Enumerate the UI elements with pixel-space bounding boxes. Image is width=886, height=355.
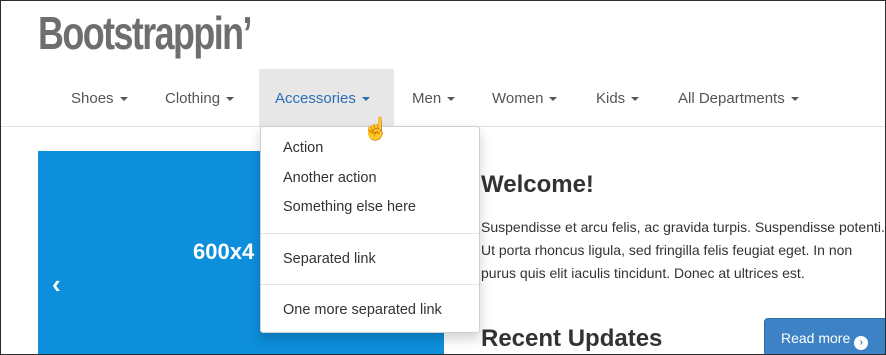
dropdown-item-another-action[interactable]: Another action	[283, 170, 377, 186]
main-navbar: Shoes Clothing Accessories Men Women Kid…	[1, 69, 885, 127]
nav-kids-label: Kids	[596, 90, 626, 107]
nav-women[interactable]: Women	[492, 69, 558, 126]
nav-all-departments-label: All Departments	[678, 90, 785, 107]
nav-men[interactable]: Men	[412, 69, 456, 126]
caret-down-icon	[226, 97, 235, 102]
caret-down-icon	[631, 97, 640, 102]
caret-down-icon	[790, 97, 799, 102]
nav-shoes[interactable]: Shoes	[71, 69, 128, 126]
dropdown-item-separated-link[interactable]: Separated link	[283, 251, 376, 267]
caret-down-icon	[447, 97, 456, 102]
caret-down-icon	[549, 97, 558, 102]
recent-updates-heading: Recent Updates	[481, 325, 663, 352]
nav-accessories-label: Accessories	[275, 90, 356, 107]
dropdown-item-action[interactable]: Action	[283, 140, 323, 156]
nav-all-departments[interactable]: All Departments	[678, 69, 799, 126]
arrow-circle-right-icon: ›	[854, 336, 869, 350]
dropdown-divider	[261, 284, 479, 285]
dropdown-divider	[261, 233, 479, 234]
read-more-label: Read more	[781, 330, 851, 346]
carousel-prev-icon[interactable]: ‹	[52, 269, 61, 300]
dropdown-item-one-more-separated-link[interactable]: One more separated link	[283, 302, 442, 318]
welcome-heading: Welcome!	[481, 171, 594, 198]
read-more-button[interactable]: Read more ›	[764, 318, 885, 354]
nav-women-label: Women	[492, 90, 544, 107]
nav-men-label: Men	[412, 90, 442, 107]
brand-logo[interactable]: Bootstrappin’	[38, 3, 252, 63]
dropdown-item-something-else[interactable]: Something else here	[283, 199, 416, 215]
accessories-dropdown-menu: Action Another action Something else her…	[260, 126, 480, 333]
browser-viewport: Bootstrappin’ Shoes Clothing Accessories…	[0, 0, 886, 355]
nav-clothing[interactable]: Clothing	[165, 69, 235, 126]
welcome-paragraph: Suspendisse et arcu felis, ac gravida tu…	[481, 219, 885, 281]
caret-down-icon	[361, 97, 370, 102]
hero-placeholder-text: 600x4	[193, 239, 255, 264]
hand-pointer-icon: ☝	[362, 116, 390, 141]
caret-down-icon	[119, 97, 128, 102]
nav-shoes-label: Shoes	[71, 90, 114, 107]
nav-kids[interactable]: Kids	[596, 69, 640, 126]
nav-clothing-label: Clothing	[165, 90, 221, 107]
